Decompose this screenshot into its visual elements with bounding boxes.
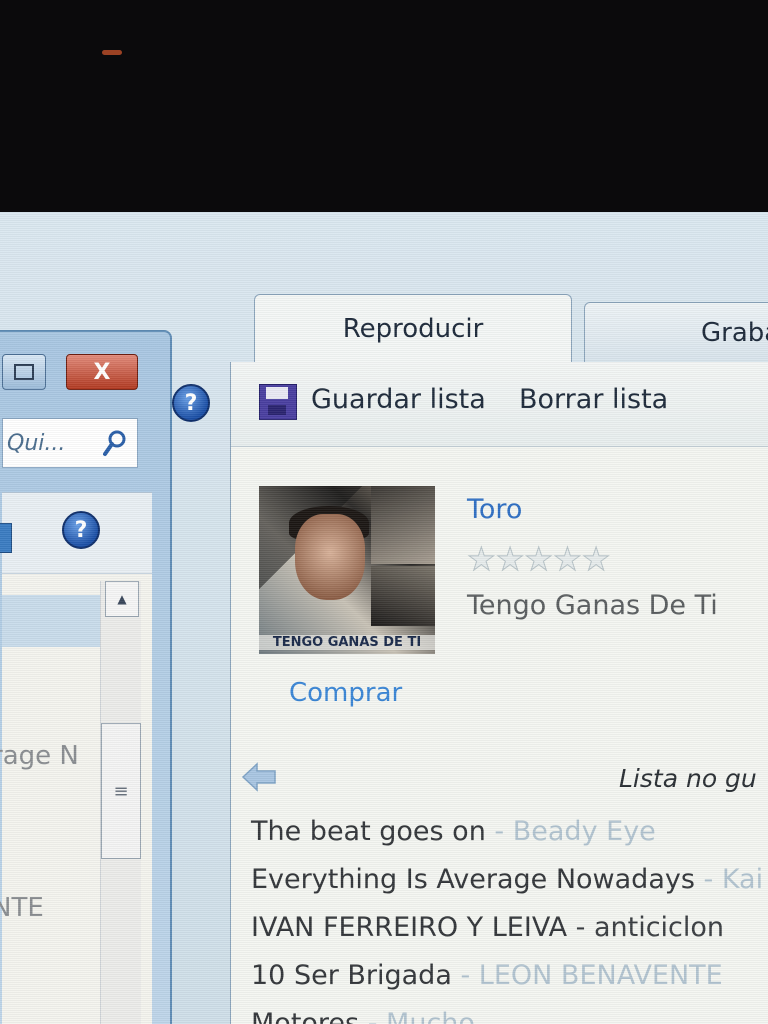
screen: X Qui... ? rage N NTE ▲ ≡ ? Reproducir G… <box>0 212 768 1024</box>
secondary-window-content: ? rage N NTE ▲ ≡ <box>0 492 152 1024</box>
track-title: Tengo Ganas De Ti <box>467 590 718 621</box>
playlist-item-title: Everything Is Average Nowadays <box>251 864 695 895</box>
scroll-up-button[interactable]: ▲ <box>105 581 139 617</box>
tab-bar: Reproducir Graba <box>230 294 768 364</box>
buy-link[interactable]: Comprar <box>289 678 402 708</box>
playlist-item-title: IVAN FERREIRO Y LEIVA <box>251 912 568 943</box>
tab-grabar[interactable]: Graba <box>584 302 768 362</box>
album-art-title: TENGO GANAS DE TI <box>259 635 435 650</box>
scroll-thumb[interactable]: ≡ <box>101 723 141 859</box>
playlist-item-artist: Mucho <box>386 1008 475 1024</box>
secondary-window: X Qui... ? rage N NTE ▲ ≡ <box>0 330 172 1024</box>
star-icon[interactable]: ★ <box>524 542 554 577</box>
search-box[interactable]: Qui... <box>2 418 138 468</box>
search-input[interactable]: Qui... <box>3 431 65 456</box>
star-icon[interactable]: ★ <box>495 542 525 577</box>
list-fragment: rage N <box>0 741 79 771</box>
star-icon[interactable]: ★ <box>581 542 611 577</box>
help-icon[interactable]: ? <box>172 384 210 422</box>
playlist-item-separator: - <box>485 816 513 847</box>
save-list-button[interactable]: Guardar lista <box>311 384 486 415</box>
close-button[interactable]: X <box>66 354 138 390</box>
playlist-item[interactable]: Motores - Mucho <box>251 1006 768 1024</box>
secondary-toolbar: ? <box>0 493 152 574</box>
album-art-panel <box>371 486 435 564</box>
playlist: The beat goes on - Beady Eye Everything … <box>251 814 768 1024</box>
artist-link[interactable]: Toro <box>467 494 522 525</box>
restore-icon <box>14 364 34 380</box>
playlist-item[interactable]: Everything Is Average Nowadays - Kai <box>251 862 768 910</box>
album-art-figure <box>295 514 365 600</box>
star-icon[interactable]: ★ <box>553 542 583 577</box>
playlist-item-separator: - <box>451 960 479 991</box>
playlist-item-artist: Beady Eye <box>512 816 656 847</box>
selected-row[interactable] <box>2 595 102 647</box>
playlist-item-artist: LEON BENAVENTE <box>478 960 723 991</box>
clear-list-button[interactable]: Borrar lista <box>519 384 668 415</box>
album-art-panel <box>371 566 435 626</box>
scrollbar[interactable]: ▲ ≡ <box>100 581 141 1024</box>
playlist-item-separator: - <box>359 1008 387 1024</box>
playlist-item[interactable]: 10 Ser Brigada - LEON BENAVENTE <box>251 958 768 1006</box>
playlist-item-separator: - <box>567 912 594 943</box>
playlist-item-title: The beat goes on <box>251 816 486 847</box>
bezel-reflection <box>102 50 122 55</box>
tab-reproducir[interactable]: Reproducir <box>254 294 572 363</box>
toolbar-button-stub[interactable] <box>0 523 12 553</box>
star-rating[interactable]: ★ ★ ★ ★ ★ <box>467 542 611 577</box>
playlist-item-title: Motores <box>251 1008 360 1024</box>
list-pane: Guardar lista Borrar lista TENGO GANAS D… <box>230 362 768 1024</box>
list-fragment: NTE <box>0 893 44 923</box>
playlist-item[interactable]: The beat goes on - Beady Eye <box>251 814 768 862</box>
playlist-item-artist: Kai <box>721 864 764 895</box>
back-arrow-icon[interactable] <box>241 760 279 794</box>
help-icon[interactable]: ? <box>62 511 100 549</box>
restore-button[interactable] <box>2 354 46 390</box>
album-art[interactable]: TENGO GANAS DE TI <box>259 486 435 654</box>
playlist-item-artist: anticiclon <box>593 912 725 943</box>
playlist-item[interactable]: IVAN FERREIRO Y LEIVA - anticiclon <box>251 910 768 958</box>
playlist-item-title: 10 Ser Brigada <box>251 960 452 991</box>
save-icon[interactable] <box>259 384 297 420</box>
list-toolbar: Guardar lista Borrar lista <box>231 362 768 447</box>
search-icon[interactable] <box>103 429 127 457</box>
list-status: Lista no gu <box>619 764 757 793</box>
star-icon[interactable]: ★ <box>467 542 497 577</box>
playlist-item-separator: - <box>694 864 722 895</box>
